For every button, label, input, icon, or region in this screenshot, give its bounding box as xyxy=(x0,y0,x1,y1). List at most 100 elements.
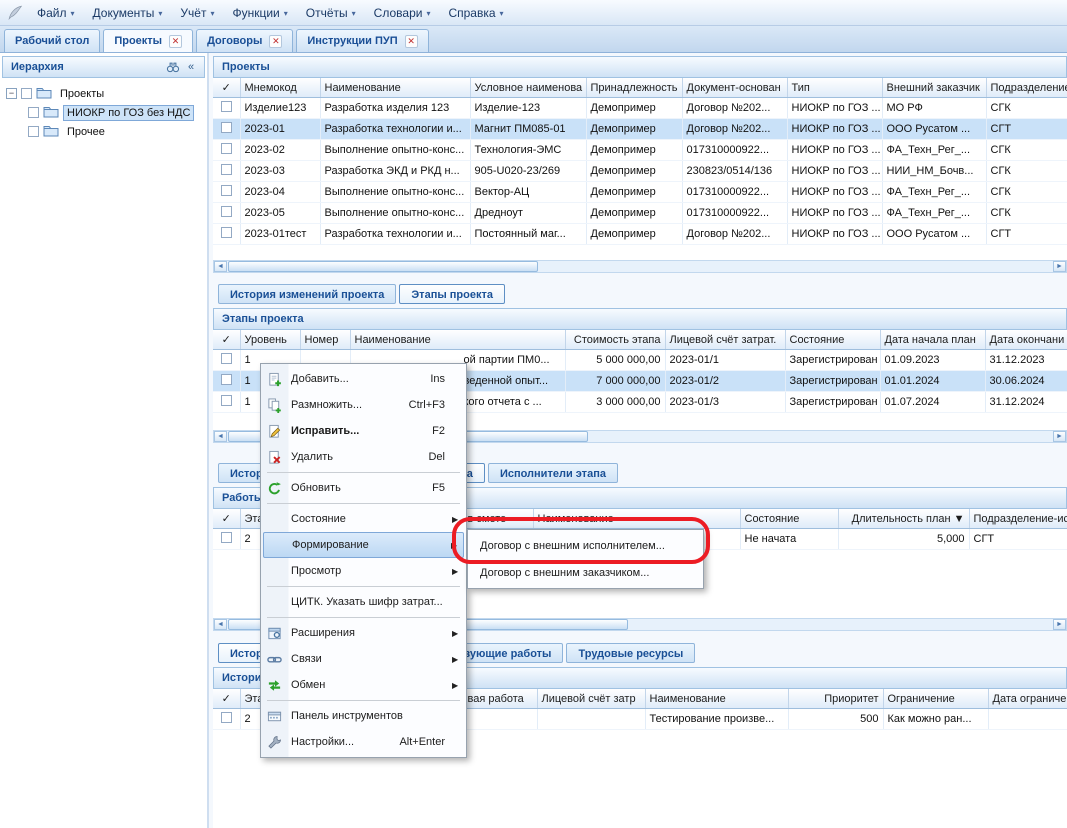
column-header[interactable]: Дата ограничени xyxy=(988,689,1067,709)
tab-stage-executors[interactable]: Исполнители этапа xyxy=(488,463,618,483)
context-menu-item[interactable]: Настройки...Alt+Enter xyxy=(263,729,464,755)
column-header[interactable]: Состояние xyxy=(740,509,838,529)
row-checkbox[interactable] xyxy=(221,143,232,154)
check-column-header[interactable]: ✓ xyxy=(213,330,240,350)
column-header[interactable]: Мнемокод xyxy=(240,78,320,98)
tab-instructions-pup[interactable]: Инструкции ПУП✕ xyxy=(296,29,428,52)
tree-node-projects[interactable]: − Проекты xyxy=(6,84,194,103)
tree-node-other[interactable]: Прочее xyxy=(28,122,194,141)
close-icon[interactable]: ✕ xyxy=(169,35,182,48)
close-icon[interactable]: ✕ xyxy=(269,35,282,48)
row-checkbox[interactable] xyxy=(221,395,232,406)
check-column-header[interactable]: ✓ xyxy=(213,509,240,529)
column-header[interactable]: Документ-основан xyxy=(682,78,787,98)
context-menu-item[interactable]: Исправить...F2 xyxy=(263,418,464,444)
close-icon[interactable]: ✕ xyxy=(405,35,418,48)
menu-reports[interactable]: Отчёты▾ xyxy=(297,0,365,25)
row-checkbox[interactable] xyxy=(221,353,232,364)
menu-functions[interactable]: Функции▾ xyxy=(223,0,296,25)
table-row[interactable]: 2023-05Выполнение опытно-конс...Дредноут… xyxy=(213,203,1067,224)
projects-hscrollbar[interactable]: ◄ ► xyxy=(213,260,1067,273)
context-menu-item[interactable]: ОбновитьF5 xyxy=(263,475,464,501)
column-header[interactable]: Принадлежность xyxy=(586,78,682,98)
table-row[interactable]: 2023-02Выполнение опытно-конс...Технолог… xyxy=(213,140,1067,161)
context-menu-item[interactable]: Просмотр▶ xyxy=(263,558,464,584)
row-checkbox[interactable] xyxy=(221,206,232,217)
scroll-left-icon[interactable]: ◄ xyxy=(214,431,227,442)
scroll-left-icon[interactable]: ◄ xyxy=(214,619,227,630)
column-header[interactable]: Длительность план ▼ xyxy=(838,509,969,529)
row-checkbox[interactable] xyxy=(221,227,232,238)
row-checkbox[interactable] xyxy=(221,374,232,385)
table-row[interactable]: 2023-03Разработка ЭКД и РКД н...905-U020… xyxy=(213,161,1067,182)
context-menu-item[interactable]: ЦИТК. Указать шифр затрат... xyxy=(263,589,464,615)
tab-projects[interactable]: Проекты✕ xyxy=(103,29,193,52)
tab-project-stages[interactable]: Этапы проекта xyxy=(399,284,505,304)
column-header[interactable]: Условное наименова xyxy=(470,78,586,98)
tree-checkbox[interactable] xyxy=(28,107,39,118)
column-header[interactable]: Состояние xyxy=(785,330,880,350)
tree-node-niokr[interactable]: НИОКР по ГОЗ без НДС xyxy=(28,103,194,122)
menu-documents[interactable]: Документы▾ xyxy=(84,0,172,25)
table-row[interactable]: 2023-04Выполнение опытно-конс...Вектор-А… xyxy=(213,182,1067,203)
column-header[interactable]: Подразделение-испо xyxy=(969,509,1067,529)
find-icon[interactable] xyxy=(164,59,182,75)
context-menu-item[interactable]: Добавить...Ins xyxy=(263,366,464,392)
column-header[interactable]: Стоимость этапа xyxy=(565,330,665,350)
row-checkbox[interactable] xyxy=(221,185,232,196)
submenu-item[interactable]: Договор с внешним исполнителем... xyxy=(470,532,701,559)
column-header[interactable]: Ограничение xyxy=(883,689,988,709)
scroll-thumb[interactable] xyxy=(228,261,538,272)
scroll-left-icon[interactable]: ◄ xyxy=(214,261,227,272)
column-header[interactable]: Внешний заказчик xyxy=(882,78,986,98)
tab-contracts[interactable]: Договоры✕ xyxy=(196,29,293,52)
context-menu-item[interactable]: Размножить...Ctrl+F3 xyxy=(263,392,464,418)
collapse-panel-icon[interactable]: « xyxy=(182,59,200,75)
menu-accounting[interactable]: Учёт▾ xyxy=(171,0,223,25)
row-checkbox[interactable] xyxy=(221,712,232,723)
menu-file[interactable]: Файл▾ xyxy=(28,0,84,25)
check-column-header[interactable]: ✓ xyxy=(213,78,240,98)
column-header[interactable]: Подразделение xyxy=(986,78,1067,98)
tree-checkbox[interactable] xyxy=(21,88,32,99)
row-checkbox[interactable] xyxy=(221,532,232,543)
row-checkbox[interactable] xyxy=(221,122,232,133)
context-menu-item[interactable]: Связи▶ xyxy=(263,646,464,672)
row-checkbox[interactable] xyxy=(221,164,232,175)
table-row[interactable]: Изделие123Разработка изделия 123Изделие-… xyxy=(213,98,1067,119)
table-row[interactable]: 2023-01тестРазработка технологии и...Пос… xyxy=(213,224,1067,245)
scroll-right-icon[interactable]: ► xyxy=(1053,431,1066,442)
context-menu-item[interactable]: Панель инструментов xyxy=(263,703,464,729)
column-header[interactable]: Тип xyxy=(787,78,882,98)
column-header[interactable]: Приоритет xyxy=(788,689,883,709)
column-header[interactable]: Дата начала план xyxy=(880,330,985,350)
submenu-item[interactable]: Договор с внешним заказчиком... xyxy=(470,559,701,586)
table-row[interactable]: 2023-01Разработка технологии и...Магнит … xyxy=(213,119,1067,140)
check-column-header[interactable]: ✓ xyxy=(213,689,240,709)
context-menu-item[interactable]: Расширения▶ xyxy=(263,620,464,646)
column-header[interactable]: Наименование xyxy=(645,689,788,709)
column-header[interactable]: Лицевой счёт затр xyxy=(537,689,645,709)
scroll-right-icon[interactable]: ► xyxy=(1053,261,1066,272)
context-menu-item[interactable]: Обмен▶ xyxy=(263,672,464,698)
table-cell: Договор №202... xyxy=(682,98,787,119)
tab-desktop[interactable]: Рабочий стол xyxy=(4,29,100,52)
column-header[interactable]: Уровень xyxy=(240,330,300,350)
row-checkbox[interactable] xyxy=(221,101,232,112)
column-header[interactable]: Номер xyxy=(300,330,350,350)
context-menu-item[interactable]: Состояние▶ xyxy=(263,506,464,532)
tab-labor-resources[interactable]: Трудовые ресурсы xyxy=(566,643,695,663)
context-menu-item[interactable]: Формирование▶ xyxy=(263,532,464,558)
menu-dictionaries[interactable]: Словари▾ xyxy=(365,0,440,25)
menu-help[interactable]: Справка▾ xyxy=(439,0,512,25)
column-header[interactable]: Дата окончани xyxy=(985,330,1067,350)
scroll-right-icon[interactable]: ► xyxy=(1053,619,1066,630)
context-menu-item[interactable]: УдалитьDel xyxy=(263,444,464,470)
column-header[interactable]: Наименование xyxy=(533,509,740,529)
collapse-expander-icon[interactable]: − xyxy=(6,88,17,99)
column-header[interactable]: Наименование xyxy=(350,330,565,350)
tab-project-history[interactable]: История изменений проекта xyxy=(218,284,396,304)
column-header[interactable]: Наименование xyxy=(320,78,470,98)
column-header[interactable]: Лицевой счёт затрат. xyxy=(665,330,785,350)
tree-checkbox[interactable] xyxy=(28,126,39,137)
